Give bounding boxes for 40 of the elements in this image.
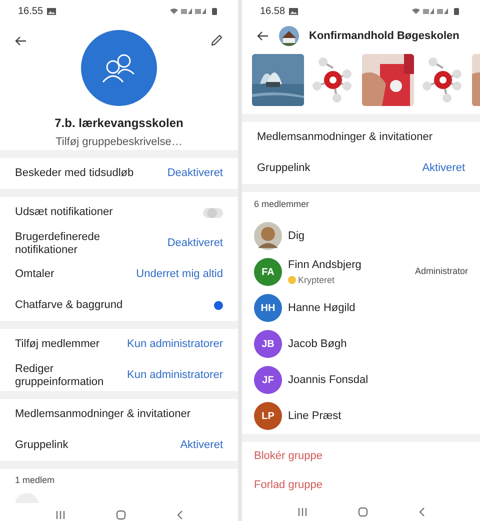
group-title: 7.b. lærkevangsskolen <box>54 115 184 132</box>
setting-label[interactable]: Beskeder med tidsudløb <box>15 167 160 180</box>
setting-value[interactable]: Deaktiveret <box>167 165 223 182</box>
setting-label[interactable]: Gruppelink <box>15 439 172 452</box>
setting-value[interactable]: Underret mig altid <box>136 266 223 283</box>
setting-label[interactable]: Tilføj medlemmer <box>15 338 119 351</box>
action-link[interactable]: Blokér gruppe <box>254 448 322 465</box>
member-role: Administrator <box>414 265 468 278</box>
member-name[interactable]: Joannis Fonsdal <box>288 372 468 388</box>
member-avatar[interactable]: HH <box>254 294 282 322</box>
setting-label[interactable]: Rediger gruppeinformation <box>15 362 119 388</box>
member-name[interactable]: Jacob Bøgh <box>288 336 468 352</box>
member-name[interactable]: Hanne Høgild <box>288 300 468 316</box>
member-name[interactable]: Finn Andsbjerg <box>288 257 409 274</box>
member-name[interactable]: Dig <box>288 228 468 244</box>
setting-value[interactable]: Aktiveret <box>180 437 223 454</box>
setting-value[interactable]: Deaktiveret <box>167 235 223 252</box>
setting-label[interactable]: Gruppelink <box>257 162 414 175</box>
status-time: 16.58 <box>260 4 286 18</box>
setting-value[interactable]: Kun administratorer <box>127 367 223 384</box>
member-name[interactable]: Line Præst <box>288 408 468 424</box>
member-avatar[interactable]: JF <box>254 366 282 394</box>
setting-label[interactable]: Brugerdefinerede notifikationer <box>15 230 160 256</box>
member-avatar[interactable]: JB <box>254 330 282 358</box>
member-avatar[interactable]: FA <box>254 258 282 286</box>
members-heading: 1 medlem <box>15 474 55 488</box>
members-heading: 6 medlemmer <box>254 198 310 212</box>
group-title: Konfirmandhold Bøgeskolen <box>309 28 460 44</box>
setting-value[interactable]: Aktiveret <box>422 160 465 177</box>
setting-value[interactable]: Kun administratorer <box>127 336 223 353</box>
setting-label[interactable]: Medlemsanmodninger & invitationer <box>257 131 465 144</box>
member-status: Krypteret <box>298 274 335 287</box>
setting-label[interactable]: Chatfarve & baggrund <box>15 299 206 312</box>
action-link[interactable]: Forlad gruppe <box>254 477 322 494</box>
setting-label[interactable]: Omtaler <box>15 268 128 281</box>
status-time: 16.55 <box>18 4 44 18</box>
description-link[interactable]: Tilføj gruppebeskrivelse… <box>56 134 182 150</box>
member-avatar[interactable]: LP <box>254 402 282 430</box>
setting-label[interactable]: Udsæt notifikationer <box>15 206 195 219</box>
setting-label[interactable]: Medlemsanmodninger & invitationer <box>15 408 223 421</box>
